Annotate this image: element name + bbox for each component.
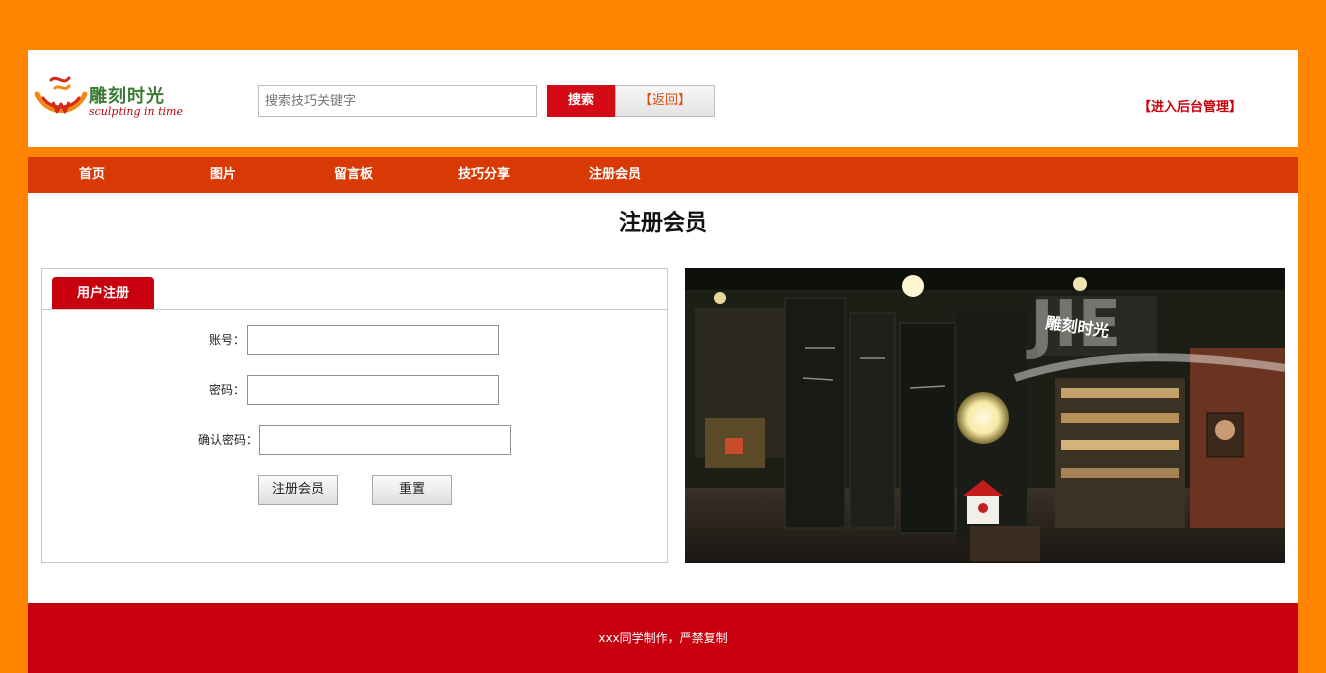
- footer: xxx同学制作，严禁复制: [28, 603, 1298, 673]
- main-content: 注册会员 用户注册 账号： 密码： 确认密码： 注册会员 重置 雕刻时光 JIE: [28, 193, 1298, 603]
- search-input[interactable]: [258, 85, 537, 117]
- confirm-password-row: 确认密码：: [42, 425, 522, 455]
- admin-link[interactable]: 【进入后台管理】: [1138, 96, 1242, 115]
- password-row: 密码：: [42, 375, 512, 405]
- cafe-photo: 雕刻时光 JIE: [685, 268, 1285, 563]
- confirm-password-label: 确认密码：: [197, 433, 258, 447]
- confirm-password-field[interactable]: [259, 425, 511, 455]
- search-button[interactable]: 搜索: [547, 85, 615, 117]
- register-form-panel: 用户注册 账号： 密码： 确认密码： 注册会员 重置: [41, 268, 668, 563]
- page-title: 注册会员: [618, 211, 707, 236]
- main-nav: 首页 图片 留言板 技巧分享 注册会员: [28, 157, 1298, 193]
- register-button[interactable]: 注册会员: [258, 475, 338, 505]
- nav-item-pictures[interactable]: 图片: [210, 157, 236, 193]
- logo-icon: [34, 76, 88, 114]
- tab-user-register[interactable]: 用户注册: [52, 277, 154, 310]
- back-button[interactable]: 【返回】: [615, 85, 715, 117]
- nav-item-tips[interactable]: 技巧分享: [458, 157, 510, 193]
- cafe-photo-image: 雕刻时光 JIE: [685, 268, 1285, 563]
- password-field[interactable]: [247, 375, 499, 405]
- tab-divider: [42, 309, 667, 310]
- logo-text-en: sculpting in time: [89, 105, 183, 118]
- photo-watermark: JIE: [1026, 288, 1121, 362]
- header: 雕刻时光 sculpting in time 搜索 【返回】 【进入后台管理】: [28, 50, 1298, 147]
- footer-copyright: xxx同学制作，严禁复制: [598, 631, 728, 645]
- site-logo[interactable]: 雕刻时光 sculpting in time: [33, 72, 193, 122]
- nav-item-home[interactable]: 首页: [79, 157, 105, 193]
- nav-item-register[interactable]: 注册会员: [589, 157, 641, 193]
- nav-item-guestbook[interactable]: 留言板: [334, 157, 373, 193]
- reset-button[interactable]: 重置: [372, 475, 452, 505]
- password-label: 密码：: [208, 383, 245, 397]
- account-row: 账号：: [42, 325, 512, 355]
- account-label: 账号：: [208, 333, 245, 347]
- account-field[interactable]: [247, 325, 499, 355]
- page: 雕刻时光 sculpting in time 搜索 【返回】 【进入后台管理】 …: [28, 0, 1298, 673]
